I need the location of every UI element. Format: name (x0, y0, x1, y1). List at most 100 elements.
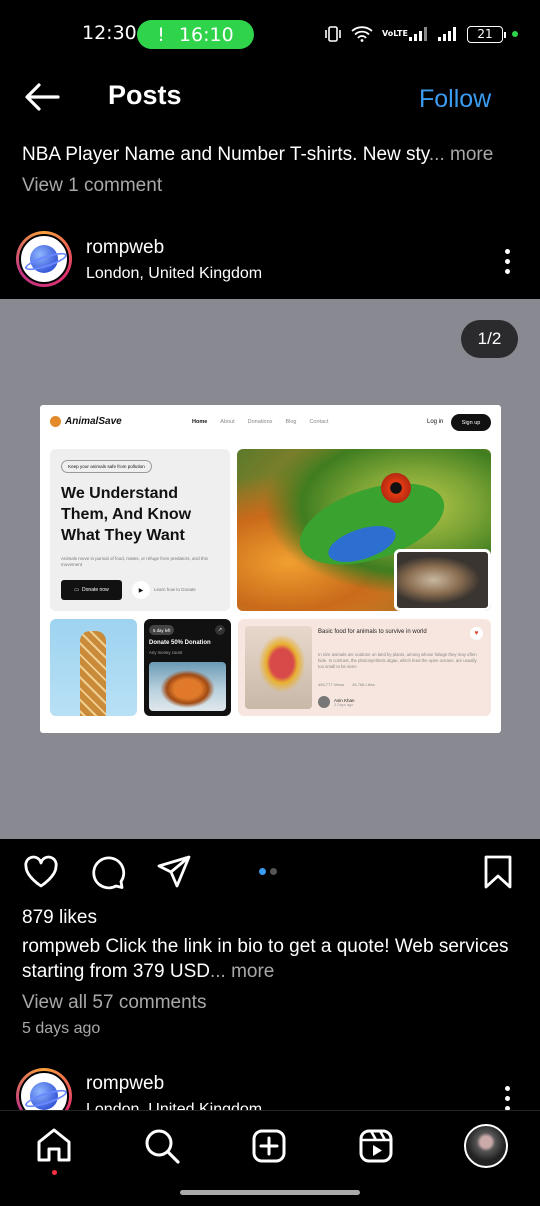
post-username[interactable]: rompweb (86, 237, 164, 259)
mock-article-title: Basic food for animals to survive in wor… (318, 629, 427, 635)
carousel-dot (270, 868, 277, 875)
signal-icon-1 (409, 27, 427, 41)
mock-nav-contact: Contact (309, 419, 329, 425)
card-icon: ▭ (74, 587, 80, 593)
status-time: 12:30 (82, 22, 137, 44)
mock-nav-about: About (220, 419, 235, 425)
wifi-icon (351, 26, 373, 42)
mock-donate-sub: Any money count (149, 650, 183, 655)
mock-donate-title: Donate 50% Donation (149, 640, 211, 646)
mock-login: Log in (427, 419, 444, 425)
prev-caption-text: NBA Player Name and Number T-shirts. New… (22, 144, 429, 165)
website-mockup: AnimalSave Home About Donations Blog Con… (40, 405, 501, 733)
giraffe-image (50, 619, 137, 716)
mock-donate-card: 5 day left ↗ Donate 50% Donation Any mon… (144, 619, 231, 716)
carousel-dot-active (259, 868, 266, 875)
mock-article-text: In size animals are outdone on land by p… (318, 652, 477, 669)
status-bar: 12:30 ! 16:10 VoLTE 21 (0, 0, 540, 66)
mock-views: 456,777 Views (318, 682, 345, 687)
mock-donate-button: ▭ Donate now (61, 580, 122, 600)
post-caption-line1: rompweb Click the link in bio to get a q… (22, 936, 509, 958)
vibrate-icon (325, 26, 341, 42)
call-timer: 16:10 (178, 23, 234, 46)
arrow-up-right-icon: ↗ (215, 625, 225, 635)
mock-article-stats: 456,777 Views 46,766 Likes (318, 682, 375, 687)
follow-button[interactable]: Follow (419, 85, 491, 114)
call-timer-pill[interactable]: ! 16:10 (137, 20, 254, 49)
prev-view-comments[interactable]: View 1 comment (22, 175, 162, 197)
back-button[interactable] (22, 80, 62, 114)
next-post-options-icon[interactable] (504, 1086, 510, 1111)
author-avatar[interactable] (16, 231, 72, 287)
mock-author: Asin Khan 3 Days ago (318, 696, 355, 708)
add-post-icon (252, 1129, 286, 1163)
post-location[interactable]: London, United Kingdom (86, 265, 262, 283)
post-options-icon[interactable] (504, 249, 510, 274)
reels-icon (359, 1129, 393, 1163)
mock-logo: AnimalSave (50, 416, 122, 427)
mock-brand: AnimalSave (65, 416, 122, 427)
nav-home[interactable] (35, 1127, 73, 1175)
chameleon-image (245, 626, 312, 709)
mock-likes: 46,766 Likes (352, 682, 375, 687)
play-icon: ▶ (132, 581, 150, 599)
fox-image (149, 662, 226, 711)
mock-navbar: AnimalSave Home About Donations Blog Con… (40, 405, 501, 441)
prev-post-caption: NBA Player Name and Number T-shirts. New… (22, 144, 493, 166)
mock-nav-donations: Donations (247, 419, 273, 425)
mock-days-left: 5 day left (149, 625, 175, 635)
status-icons: VoLTE 21 (324, 22, 518, 46)
mock-learn-link: Learn how to Donate (154, 587, 196, 592)
caption-username[interactable]: rompweb (22, 936, 100, 957)
page-title: Posts (108, 80, 182, 110)
notification-dot (51, 1170, 57, 1175)
heart-icon: ♥ (470, 627, 483, 640)
next-post-username[interactable]: rompweb (86, 1073, 164, 1095)
mock-signup: Sign up (451, 414, 491, 431)
caption-text-1: Click the link in bio to get a quote! We… (100, 936, 509, 957)
caption-text-2: starting from 379 USD (22, 961, 210, 982)
arrow-left-icon (25, 83, 60, 111)
dog-image (394, 549, 491, 611)
mock-tag: Keep your animals safe from pollution (61, 460, 152, 473)
nav-create[interactable] (251, 1128, 287, 1168)
paw-icon (50, 416, 61, 427)
post-caption-line2: starting from 379 USD... more (22, 961, 274, 983)
image-counter: 1/2 (461, 320, 518, 358)
nav-search[interactable] (143, 1127, 181, 1169)
planet-logo-icon (30, 1082, 58, 1110)
mock-headline: We Understand Them, And Know What They W… (61, 485, 192, 544)
prev-caption-more[interactable]: ... more (429, 144, 493, 165)
mock-author-avatar (318, 696, 330, 708)
comment-button[interactable] (89, 854, 127, 890)
mock-article-card: Basic food for animals to survive in wor… (238, 619, 491, 716)
save-button[interactable] (482, 854, 514, 890)
call-alert-icon: ! (157, 23, 165, 46)
post-timestamp: 5 days ago (22, 1020, 101, 1037)
bookmark-icon (484, 855, 512, 889)
mock-nav-home: Home (192, 419, 208, 425)
gesture-bar[interactable] (180, 1190, 360, 1195)
privacy-indicator (512, 31, 518, 37)
signal-icon-2 (438, 27, 456, 41)
mock-hero-text: Animals move in pursuit of food, mates, … (61, 556, 208, 567)
nav-profile-avatar[interactable] (464, 1124, 508, 1168)
mock-nav-links: Home About Donations Blog Contact (192, 419, 328, 425)
carousel-dots (259, 868, 277, 875)
like-count[interactable]: 879 likes (22, 907, 97, 929)
battery-icon: 21 (467, 25, 506, 43)
home-icon (37, 1128, 71, 1162)
caption-more[interactable]: ... more (210, 961, 274, 982)
volte-label: VoLTE (382, 29, 408, 38)
view-all-comments[interactable]: View all 57 comments (22, 992, 206, 1014)
nav-reels[interactable] (358, 1128, 394, 1168)
share-button[interactable] (156, 854, 192, 890)
heart-outline-icon (24, 855, 58, 888)
mock-author-date: 3 Days ago (334, 702, 354, 707)
comment-icon (92, 856, 126, 890)
mock-hero-card: Keep your animals safe from pollution We… (50, 449, 230, 611)
mock-author-name: Asin Khan (334, 697, 355, 703)
search-icon (145, 1129, 180, 1164)
planet-logo-icon (30, 245, 58, 273)
like-button[interactable] (23, 855, 59, 889)
